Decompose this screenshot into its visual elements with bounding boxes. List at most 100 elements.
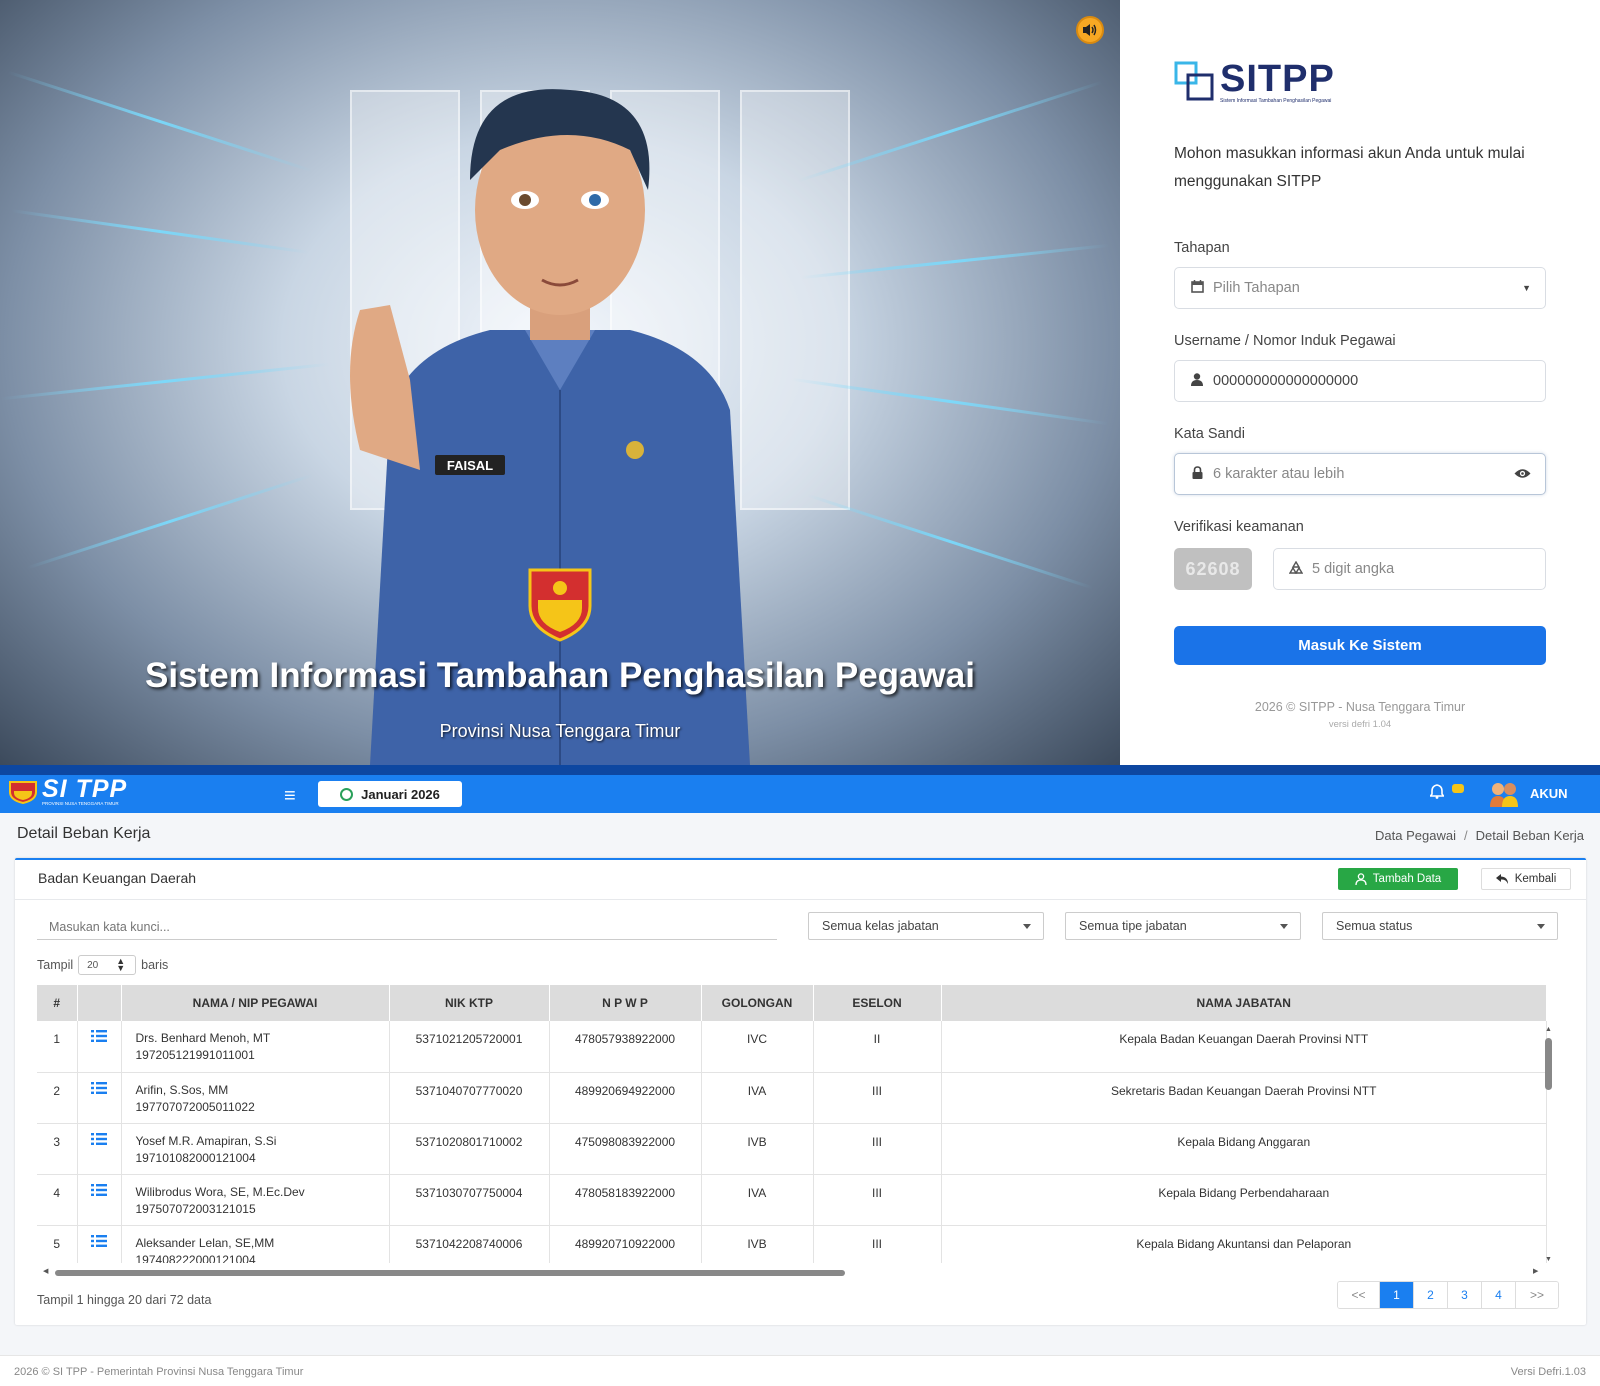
eye-icon[interactable] xyxy=(1514,467,1531,482)
login-intro-text: Mohon masukkan informasi akun Anda untuk… xyxy=(1174,145,1525,190)
period-label: Januari 2026 xyxy=(361,786,440,802)
page-title: Detail Beban Kerja xyxy=(17,825,151,842)
list-detail-icon[interactable] xyxy=(77,1174,122,1226)
employee-name-cell: Drs. Benhard Menoh, MT 197205121991011001 xyxy=(121,1021,390,1073)
table-row: 1 Drs. Benhard Menoh, MT 19720512199101100… xyxy=(37,1021,1547,1073)
npwp-cell: 478058183922000 xyxy=(549,1174,702,1226)
light-streak xyxy=(7,70,313,173)
bell-icon[interactable] xyxy=(1428,784,1446,803)
table-row: 3 Yosef M.R. Amapiran, S.Si 19710108200012… xyxy=(37,1123,1547,1175)
list-detail-icon[interactable] xyxy=(77,1072,122,1124)
recycle-icon xyxy=(1288,560,1304,578)
captcha-image: 62608 xyxy=(1174,548,1252,590)
golongan-cell: IVB xyxy=(701,1225,814,1263)
row-number: 5 xyxy=(37,1225,78,1263)
table-row: 4 Wilibrodus Wora, SE, M.Ec.Dev 1975070720… xyxy=(37,1174,1547,1226)
eselon-cell: II xyxy=(813,1021,942,1073)
captcha-input[interactable]: 5 digit angka xyxy=(1273,548,1546,590)
menu-toggle-icon[interactable]: ≡ xyxy=(284,785,296,808)
list-detail-icon[interactable] xyxy=(77,1123,122,1175)
speaker-button[interactable] xyxy=(1076,16,1104,44)
scroll-down-icon[interactable]: ▼ xyxy=(1545,1256,1552,1263)
column-header: N P W P xyxy=(549,985,702,1021)
job-class-filter[interactable]: Semua kelas jabatan xyxy=(808,912,1044,940)
eselon-cell: III xyxy=(813,1072,942,1124)
npwp-cell: 489920694922000 xyxy=(549,1072,702,1124)
column-header: NAMA JABATAN xyxy=(941,985,1547,1021)
sort-arrows-icon: ▲ ▼ xyxy=(116,956,126,973)
logo-name: SITPP xyxy=(1220,58,1335,100)
app-footer: 2026 © SI TPP - Pemerintah Provinsi Nusa… xyxy=(0,1355,1600,1386)
employee-nip: 197101082000121004 xyxy=(135,1150,256,1165)
page-size-suffix: baris xyxy=(141,958,169,972)
caret-down-icon xyxy=(1023,924,1031,929)
employee-nip: 197205121991011001 xyxy=(135,1048,255,1062)
employee-nip: 197507072003121015 xyxy=(135,1201,256,1216)
breadcrumb-link[interactable]: Data Pegawai xyxy=(1375,828,1456,843)
status-filter-value: Semua status xyxy=(1336,919,1413,933)
password-placeholder: 6 karakter atau lebih xyxy=(1213,466,1345,482)
employee-name: Yosef M.R. Amapiran, S.Si xyxy=(135,1133,277,1148)
page-button-3[interactable]: 3 xyxy=(1448,1282,1482,1308)
hero-subtitle: Provinsi Nusa Tenggara Timur xyxy=(439,721,681,741)
row-number: 4 xyxy=(37,1174,78,1226)
card-title: Badan Keuangan Daerah xyxy=(38,870,197,886)
scroll-up-icon[interactable]: ▲ xyxy=(1545,1026,1552,1033)
user-icon xyxy=(1189,373,1205,389)
table-row: 5 Aleksander Lelan, SE,MM 1974082220001210… xyxy=(37,1225,1547,1263)
page-size-select[interactable]: 20 ▲ ▼ xyxy=(78,955,137,975)
golongan-cell: IVA xyxy=(701,1174,814,1226)
username-label: Username / Nomor Induk Pegawai xyxy=(1174,333,1396,349)
row-number: 1 xyxy=(37,1021,78,1073)
scroll-left-icon[interactable]: ◀ xyxy=(43,1267,48,1275)
eselon-cell: III xyxy=(813,1123,942,1175)
employee-nip: 197408222000121004 xyxy=(135,1252,256,1264)
sitpp-logo-icon xyxy=(1174,61,1214,101)
page-last-button[interactable]: >> xyxy=(1516,1282,1558,1308)
username-input[interactable]: 000000000000000000 xyxy=(1174,360,1546,402)
golongan-cell: IVA xyxy=(701,1072,814,1124)
column-header: # xyxy=(37,985,78,1021)
nik-cell: 5371030707750004 xyxy=(389,1174,550,1226)
period-selector[interactable]: Januari 2026 xyxy=(318,781,462,807)
column-header: NAMA / NIP PEGAWAI xyxy=(121,985,390,1021)
back-button[interactable]: Kembali xyxy=(1481,868,1571,890)
add-data-button[interactable]: Tambah Data xyxy=(1338,868,1458,890)
employee-card: Badan Keuangan Daerah Tambah Data Kembal… xyxy=(15,858,1586,1325)
password-input[interactable]: 6 karakter atau lebih xyxy=(1174,453,1546,495)
scroll-right-icon[interactable]: ▶ xyxy=(1533,1267,1538,1275)
stage-select[interactable]: Pilih Tahapan ▼ xyxy=(1174,267,1546,309)
caret-down-icon xyxy=(1537,924,1545,929)
employee-nip: 197707072005011022 xyxy=(135,1099,255,1114)
job-type-filter-value: Semua tipe jabatan xyxy=(1079,919,1187,933)
login-version: versi defri 1.04 xyxy=(1328,719,1392,730)
employee-name: Drs. Benhard Menoh, MT xyxy=(135,1031,271,1045)
add-data-label: Tambah Data xyxy=(1372,873,1442,885)
search-input[interactable] xyxy=(37,914,777,940)
page-button-1[interactable]: 1 xyxy=(1380,1282,1414,1308)
list-detail-icon[interactable] xyxy=(77,1021,122,1073)
horizontal-scrollbar[interactable] xyxy=(55,1270,845,1276)
jabatan-cell: Sekretaris Badan Keuangan Daerah Provins… xyxy=(941,1072,1547,1124)
employee-name-cell: Arifin, S.Sos, MM 197707072005011022 xyxy=(121,1072,390,1124)
notification-badge xyxy=(1452,784,1464,793)
login-footer: 2026 © SITPP - Nusa Tenggara Timur xyxy=(1254,700,1466,714)
ntt-emblem-icon xyxy=(9,780,37,804)
login-button[interactable]: Masuk Ke Sistem xyxy=(1174,626,1546,665)
topbar: SI TPP PROVINSI NUSA TENGGARA TIMUR ≡ Ja… xyxy=(0,765,1600,813)
list-detail-icon[interactable] xyxy=(77,1225,122,1263)
job-type-filter[interactable]: Semua tipe jabatan xyxy=(1065,912,1301,940)
status-filter[interactable]: Semua status xyxy=(1322,912,1558,940)
jabatan-cell: Kepala Bidang Anggaran xyxy=(941,1123,1547,1175)
page-size-prefix: Tampil xyxy=(37,958,74,972)
column-header: GOLONGAN xyxy=(701,985,814,1021)
account-menu[interactable]: AKUN xyxy=(1488,779,1568,807)
vertical-scrollbar[interactable] xyxy=(1545,1038,1552,1090)
golongan-cell: IVC xyxy=(701,1021,814,1073)
page-button-2[interactable]: 2 xyxy=(1414,1282,1448,1308)
page-button-4[interactable]: 4 xyxy=(1482,1282,1516,1308)
table-body: 1 Drs. Benhard Menoh, MT 19720512199101100… xyxy=(37,1021,1547,1263)
employee-name: Wilibrodus Wora, SE, M.Ec.Dev xyxy=(135,1184,305,1199)
pagination: << 1 2 3 4 >> xyxy=(1337,1281,1559,1309)
page-first-button[interactable]: << xyxy=(1338,1282,1380,1308)
